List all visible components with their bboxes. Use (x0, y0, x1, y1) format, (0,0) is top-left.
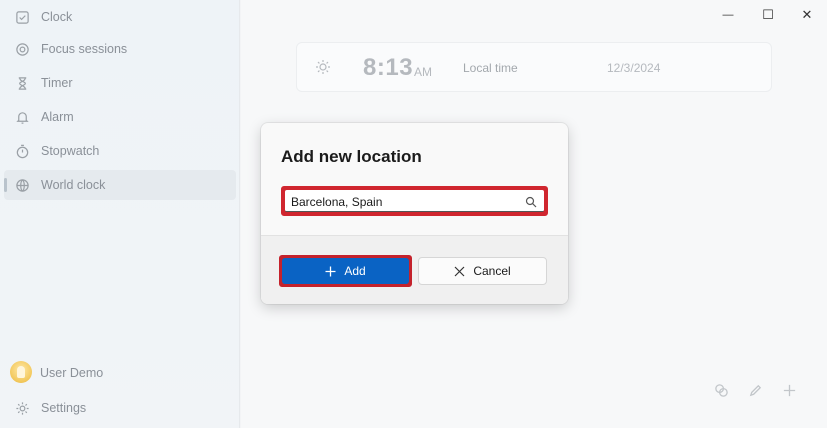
search-highlight: Barcelona, Spain (281, 186, 548, 216)
close-button[interactable]: ✕ (787, 4, 827, 26)
maximize-icon: ☐ (762, 7, 774, 22)
sidebar-item-label: Focus sessions (41, 42, 128, 56)
sidebar-item-label: Timer (41, 76, 73, 90)
focus-icon (14, 41, 30, 57)
close-icon: ✕ (801, 7, 813, 22)
add-button[interactable]: Add (282, 258, 409, 284)
clock-label: Local time (463, 61, 518, 75)
add-icon (783, 384, 795, 396)
clock-check-icon (14, 9, 30, 25)
plus-icon (325, 266, 336, 276)
sidebar: Clock Focus sessions Timer Alarm Stopwat… (0, 0, 240, 428)
search-icon[interactable] (525, 196, 537, 208)
sidebar-item-stopwatch[interactable]: Stopwatch (0, 136, 236, 166)
sidebar-item-timer[interactable]: Timer (0, 68, 236, 98)
sidebar-item-alarm[interactable]: Alarm (0, 102, 236, 132)
sidebar-item-clock[interactable]: Clock (0, 2, 236, 32)
edit-icon (749, 384, 761, 396)
sidebar-item-label: Stopwatch (41, 144, 100, 158)
compare-button[interactable] (709, 378, 733, 402)
gear-icon (14, 400, 30, 416)
sidebar-item-focus-sessions[interactable]: Focus sessions (0, 34, 236, 64)
search-input-value: Barcelona, Spain (291, 195, 383, 209)
sidebar-item-world-clock[interactable]: World clock (4, 170, 236, 200)
cancel-button[interactable]: Cancel (418, 257, 547, 285)
stopwatch-icon (14, 143, 30, 159)
globe-icon (14, 177, 30, 193)
sidebar-item-label: Clock (41, 10, 73, 24)
maximize-button[interactable]: ☐ (748, 4, 788, 26)
dialog-footer: Add Cancel (261, 235, 568, 304)
avatar (10, 361, 32, 383)
clock-time: 8:13 (363, 54, 414, 81)
sun-icon (316, 60, 330, 74)
sidebar-item-label: World clock (41, 178, 106, 192)
add-button[interactable] (777, 378, 801, 402)
sidebar-item-settings[interactable]: Settings (0, 393, 236, 423)
clock-date: 12/3/2024 (607, 61, 661, 75)
close-icon (454, 266, 465, 276)
add-button-label: Add (344, 264, 366, 278)
cancel-button-label: Cancel (473, 264, 511, 278)
user-name: User Demo (40, 366, 104, 380)
hourglass-icon (14, 75, 30, 91)
bell-icon (14, 109, 30, 125)
sidebar-item-label: Alarm (41, 110, 74, 124)
compare-icon (714, 383, 728, 397)
local-time-card[interactable]: 8:13 AM Local time 12/3/2024 (296, 42, 772, 92)
edit-button[interactable] (743, 378, 767, 402)
add-button-highlight: Add (279, 255, 412, 287)
minimize-icon: — (722, 9, 734, 21)
clock-ampm: AM (414, 65, 432, 79)
location-search-input[interactable]: Barcelona, Spain (285, 190, 544, 212)
bottom-toolbar (704, 371, 806, 409)
user-account[interactable]: User Demo (0, 358, 236, 386)
add-location-dialog: Add new location Barcelona, Spain Add Ca… (261, 123, 568, 304)
minimize-button[interactable]: — (708, 4, 748, 26)
sidebar-item-label: Settings (41, 401, 87, 415)
dialog-title: Add new location (281, 147, 422, 166)
selection-indicator (4, 178, 7, 192)
